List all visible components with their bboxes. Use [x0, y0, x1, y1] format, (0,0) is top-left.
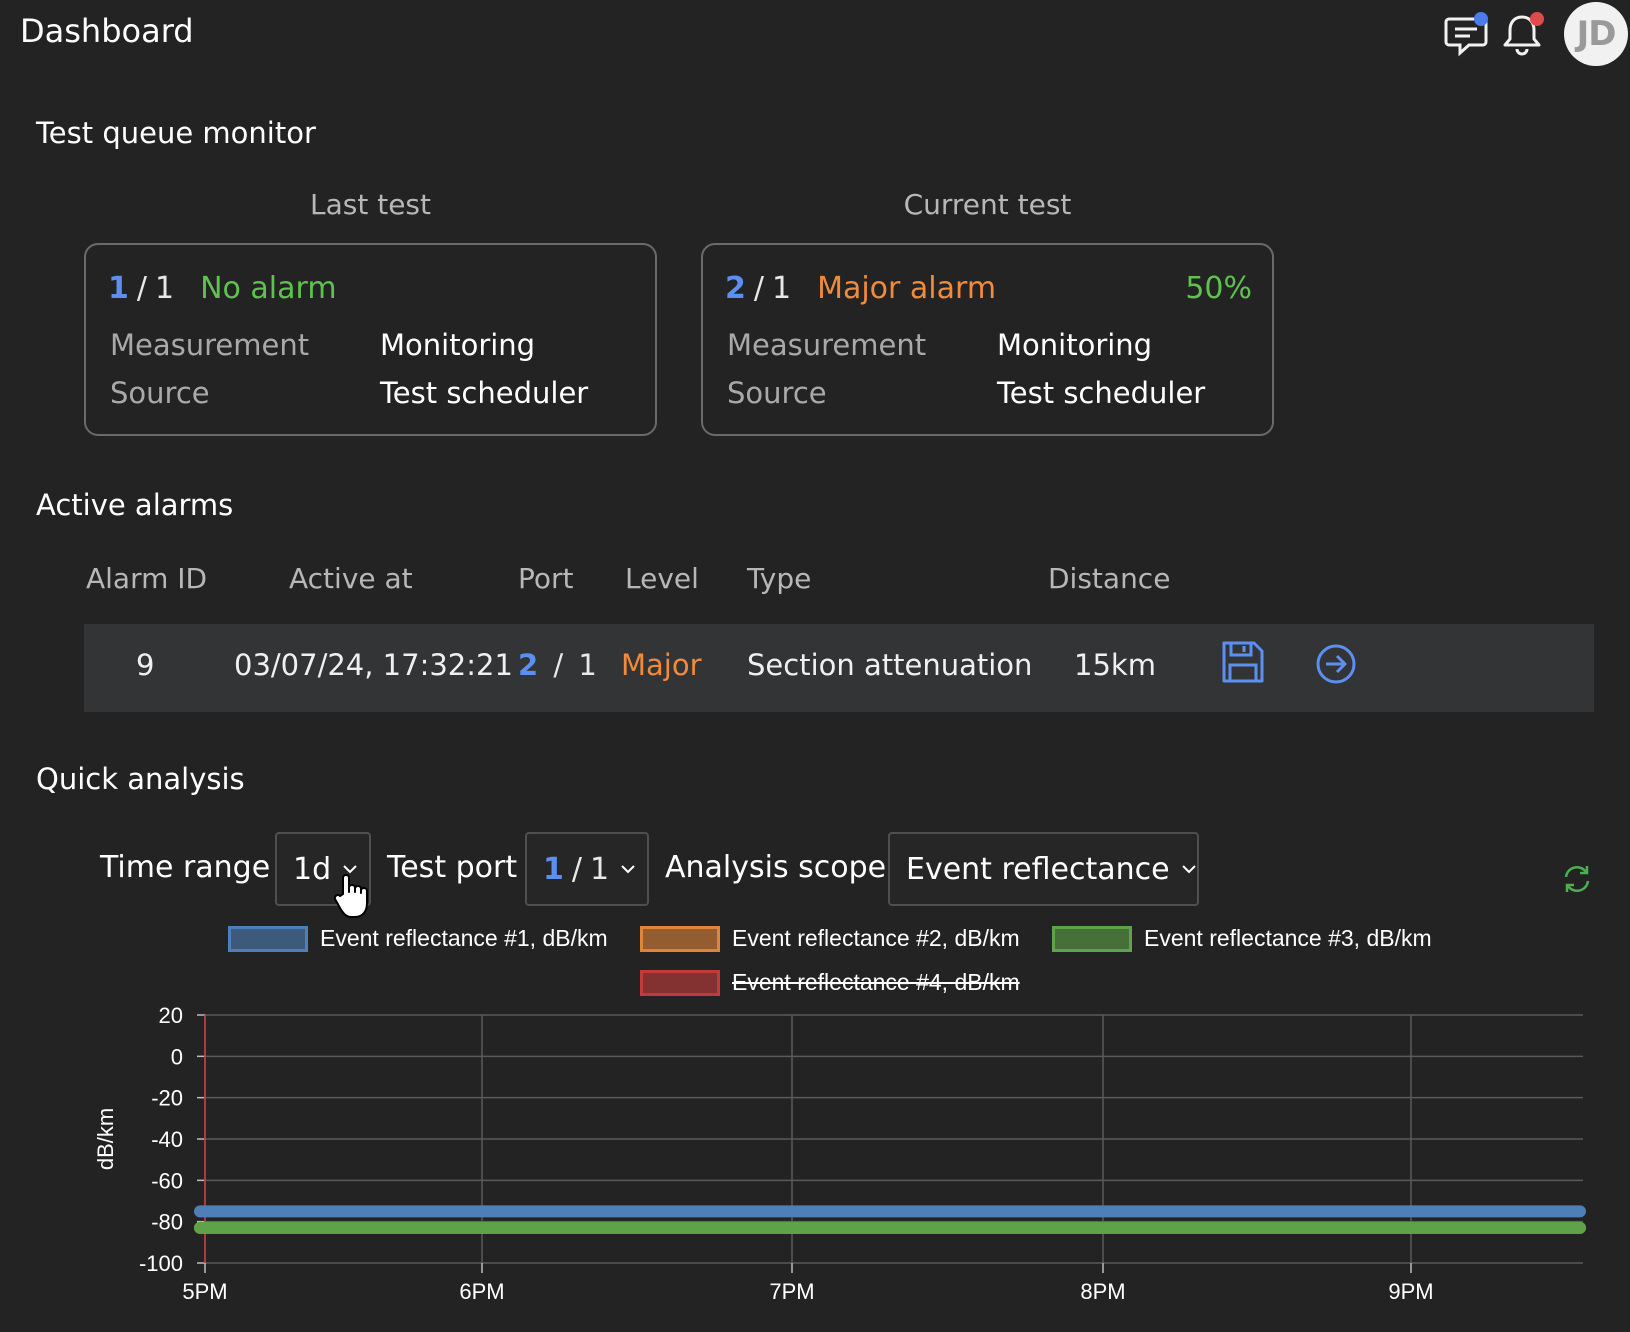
y-tick-label: -60 [151, 1168, 183, 1193]
x-tick-label: 6PM [459, 1279, 504, 1304]
y-tick-label: -20 [151, 1086, 183, 1111]
port-slot: 1 [771, 271, 792, 306]
column-header-alarm-id[interactable]: Alarm ID [86, 562, 207, 595]
status-text: Major alarm [817, 271, 997, 306]
legend-swatch [228, 925, 308, 952]
column-header-type[interactable]: Type [747, 562, 811, 595]
legend-label: Event reflectance #3, dB/km [1144, 925, 1432, 951]
current-test-card: 2 / 1 Major alarm 50% Measurement Monito… [701, 243, 1274, 436]
go-to-alarm-button[interactable] [1314, 642, 1366, 694]
port-separator: / [553, 648, 564, 682]
page-title: Dashboard [20, 12, 194, 50]
port-separator: / [571, 851, 582, 887]
legend-item-series-3[interactable]: Event reflectance #3, dB/km [1052, 925, 1432, 952]
section-title-active-alarms: Active alarms [36, 488, 234, 522]
source-value: Test scheduler [380, 376, 589, 410]
notifications-button[interactable] [1496, 8, 1548, 60]
measurement-label: Measurement [727, 328, 927, 362]
port-number: 1 [108, 271, 129, 306]
port-slot: 1 [578, 648, 597, 682]
measurement-value: Monitoring [997, 328, 1153, 362]
x-tick-label: 9PM [1388, 1279, 1433, 1304]
port-slot: 1 [589, 851, 610, 887]
measurement-value: Monitoring [380, 328, 536, 362]
column-header-port[interactable]: Port [518, 562, 574, 595]
legend-swatch [640, 925, 720, 952]
legend-label: Event reflectance #2, dB/km [732, 925, 1020, 951]
current-test-summary: 2 / 1 Major alarm [725, 271, 996, 306]
y-tick-label: 20 [159, 1003, 183, 1028]
arrow-right-circle-icon [1316, 644, 1356, 684]
port-number: 2 [725, 271, 746, 306]
port-number: 1 [543, 851, 564, 887]
alarm-active-at: 03/07/24, 17:32:21 [234, 648, 513, 682]
save-button[interactable] [1220, 639, 1272, 691]
source-label: Source [110, 376, 210, 410]
alarm-id: 9 [136, 648, 155, 682]
column-header-distance[interactable]: Distance [1048, 562, 1170, 595]
refresh-icon [1564, 865, 1590, 893]
last-test-card: 1 / 1 No alarm Measurement Monitoring So… [84, 243, 657, 436]
legend-item-series-1[interactable]: Event reflectance #1, dB/km [228, 925, 608, 952]
avatar[interactable]: JD [1564, 2, 1628, 66]
legend-swatch [1052, 925, 1132, 952]
legend-label: Event reflectance #1, dB/km [320, 925, 608, 951]
save-icon [1222, 641, 1264, 683]
test-port-select[interactable]: 1 / 1 [525, 832, 649, 906]
chevron-down-icon [1181, 865, 1196, 874]
port-number: 2 [518, 648, 539, 682]
port-slot: 1 [154, 271, 175, 306]
hand-cursor-icon [333, 872, 373, 922]
status-text: No alarm [200, 271, 337, 306]
time-range-value: 1d [293, 851, 332, 887]
column-header-level[interactable]: Level [625, 562, 699, 595]
alarm-level: Major [621, 648, 702, 682]
time-range-label: Time range [100, 850, 271, 885]
x-tick-label: 8PM [1080, 1279, 1125, 1304]
last-test-summary: 1 / 1 No alarm [108, 271, 337, 306]
last-test-heading: Last test [310, 188, 431, 221]
alarm-port: 2 / 1 [518, 648, 597, 682]
test-port-label: Test port [387, 850, 518, 885]
chevron-down-icon [621, 865, 635, 874]
port-separator: / [753, 271, 764, 306]
section-title-quick-analysis: Quick analysis [36, 762, 245, 796]
alarm-distance: 15km [1074, 648, 1156, 682]
x-tick-label: 5PM [182, 1279, 227, 1304]
alarm-type: Section attenuation [747, 648, 1033, 682]
x-tick-label: 7PM [769, 1279, 814, 1304]
source-label: Source [727, 376, 827, 410]
analysis-scope-value: Event reflectance [906, 851, 1170, 887]
table-row[interactable]: 9 03/07/24, 17:32:21 2 / 1 Major Section… [84, 624, 1594, 712]
y-tick-label: -40 [151, 1127, 183, 1152]
section-title-test-queue: Test queue monitor [36, 116, 316, 150]
y-tick-label: -80 [151, 1210, 183, 1235]
chat-button[interactable] [1440, 8, 1492, 60]
column-header-active-at[interactable]: Active at [289, 562, 413, 595]
notifications-unread-dot [1530, 12, 1544, 26]
analysis-scope-label: Analysis scope [665, 850, 887, 885]
progress-percent: 50% [1185, 271, 1252, 306]
measurement-label: Measurement [110, 328, 310, 362]
source-value: Test scheduler [997, 376, 1206, 410]
refresh-button[interactable] [1560, 862, 1600, 902]
analysis-scope-select[interactable]: Event reflectance [888, 832, 1199, 906]
y-tick-label: 0 [171, 1044, 183, 1069]
port-separator: / [136, 271, 147, 306]
y-tick-label: -100 [139, 1251, 183, 1276]
reflectance-line-chart: 20 0 -20 -40 -60 -80 -100 5PM 6PM 7PM 8PM 9PM dB/km [93, 1003, 1586, 1304]
chat-unread-dot [1474, 12, 1488, 26]
current-test-heading: Current test [903, 188, 1072, 221]
legend-item-series-2[interactable]: Event reflectance #2, dB/km [640, 925, 1020, 952]
y-axis-label: dB/km [93, 1108, 118, 1170]
